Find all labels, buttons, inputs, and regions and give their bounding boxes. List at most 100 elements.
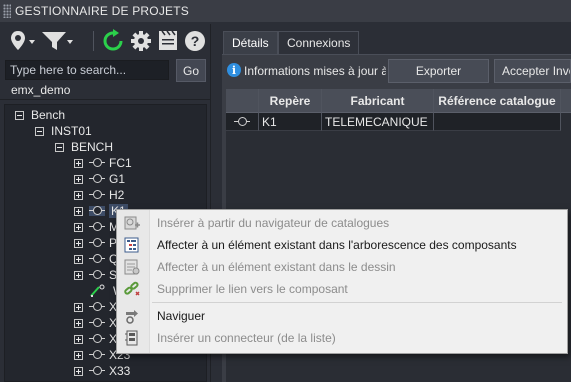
component-label: FC1 — [109, 156, 132, 170]
expand-toggle[interactable] — [74, 318, 83, 328]
svg-text:?: ? — [191, 33, 200, 49]
assign-drawing-icon — [124, 259, 140, 275]
component-icon — [234, 116, 250, 127]
clapperboard-icon — [159, 30, 177, 50]
tab-connections[interactable]: Connexions — [278, 31, 360, 54]
expand-toggle[interactable] — [74, 158, 83, 168]
expand-toggle[interactable] — [74, 302, 83, 312]
menu-separator — [152, 302, 562, 303]
component-label: X33 — [109, 364, 131, 378]
component-label: H2 — [109, 188, 125, 202]
expand-toggle[interactable] — [74, 222, 83, 232]
title-bar: GESTIONNAIRE DE PROJETS — [0, 0, 571, 22]
menu-item-assign-tree[interactable]: Affecter à un élément existant dans l'ar… — [117, 234, 567, 256]
expand-toggle[interactable] — [74, 334, 83, 344]
refresh-button[interactable] — [100, 28, 126, 54]
cell-reference[interactable] — [434, 113, 561, 131]
tree-component[interactable]: X — [74, 315, 117, 331]
expand-toggle[interactable] — [74, 270, 83, 280]
tree-component[interactable]: H2 — [74, 187, 124, 203]
grid-header-row: Repère Fabricant Référence catalogue — [226, 89, 571, 113]
component-icon — [89, 190, 105, 200]
tree-node-location[interactable]: BENCH — [55, 139, 113, 155]
gear-icon — [131, 31, 151, 51]
tree-component[interactable]: Q — [74, 251, 118, 267]
component-icon — [89, 334, 105, 344]
column-header[interactable]: Référence catalogue — [434, 89, 561, 113]
tree-node-root[interactable]: Bench — [15, 107, 65, 123]
assign-tree-icon — [124, 237, 139, 253]
column-header[interactable]: Repère — [259, 89, 322, 113]
divider — [0, 99, 210, 100]
tree-component[interactable]: P — [74, 235, 117, 251]
navigate-icon — [126, 310, 138, 324]
component-icon — [89, 158, 105, 168]
connector-icon — [125, 330, 138, 346]
expand-toggle[interactable] — [74, 190, 83, 200]
component-icon — [89, 318, 105, 328]
help-icon: ? — [185, 31, 205, 51]
menu-item-navigate[interactable]: Naviguer — [117, 305, 567, 327]
menu-item-label: Affecter à un élément existant dans l'ar… — [157, 238, 517, 252]
tree-component[interactable]: FC1 — [74, 155, 132, 171]
menu-item-remove-link[interactable]: Supprimer le lien vers le composant — [117, 278, 567, 300]
component-icon — [89, 222, 105, 232]
menu-item-label: Supprimer le lien vers le composant — [157, 282, 348, 296]
info-icon: i — [227, 63, 241, 77]
clapperboard-button[interactable] — [156, 28, 180, 54]
go-button[interactable]: Go — [176, 59, 206, 82]
tree-component[interactable]: X — [74, 331, 117, 347]
expand-toggle[interactable] — [74, 174, 83, 184]
export-button[interactable]: Exporter — [388, 59, 489, 83]
help-button[interactable]: ? — [183, 28, 207, 54]
expand-toggle[interactable] — [74, 350, 83, 360]
filter-button[interactable] — [40, 28, 74, 54]
column-header[interactable]: Fabricant — [322, 89, 434, 113]
column-header[interactable] — [561, 89, 571, 113]
toolbar-divider — [93, 31, 94, 51]
component-icon — [89, 270, 105, 280]
menu-item-label: Affecter à un élément existant dans le d… — [157, 260, 396, 274]
expand-toggle[interactable] — [74, 206, 83, 216]
collapse-toggle[interactable] — [15, 110, 24, 120]
tree-component[interactable]: X — [74, 299, 117, 315]
accept-button[interactable]: Accepter Inve — [494, 59, 571, 83]
component-label: G1 — [109, 172, 126, 186]
settings-button[interactable] — [130, 28, 152, 54]
menu-item-insert-from-catalog[interactable]: Insérer à partir du navigateur de catalo… — [117, 212, 567, 234]
component-icon — [89, 302, 105, 312]
catalog-insert-icon — [124, 216, 140, 230]
tree-component[interactable]: G1 — [74, 171, 125, 187]
tree-component[interactable]: M — [74, 219, 119, 235]
grip-handle[interactable] — [3, 4, 11, 18]
component-icon — [89, 366, 105, 376]
expand-toggle[interactable] — [74, 238, 83, 248]
collapse-toggle[interactable] — [35, 126, 44, 136]
collapse-toggle[interactable] — [55, 142, 64, 152]
location-pin-icon — [11, 31, 35, 50]
menu-item-insert-connector[interactable]: Insérer un connecteur (de la liste) — [117, 327, 567, 349]
component-icon — [89, 254, 105, 264]
toolbar: ? — [0, 24, 210, 58]
component-icon — [89, 174, 105, 184]
tree-node-label: Bench — [31, 108, 66, 122]
expand-toggle[interactable] — [74, 366, 83, 376]
search-input[interactable] — [5, 60, 169, 80]
location-filter-button[interactable] — [8, 28, 38, 54]
info-message: Informations mises à jour à — [244, 64, 386, 78]
expand-toggle[interactable] — [74, 254, 83, 264]
menu-item-label: Insérer à partir du navigateur de catalo… — [157, 216, 390, 230]
cell-fabricant[interactable]: TELEMECANIQUE — [322, 113, 434, 131]
unlink-icon — [124, 281, 140, 296]
tree-node-installation[interactable]: INST01 — [35, 123, 92, 139]
table-row[interactable]: K1 TELEMECANIQUE — [226, 113, 571, 131]
menu-item-assign-drawing[interactable]: Affecter à un élément existant dans le d… — [117, 256, 567, 278]
cell-repere[interactable]: K1 — [259, 113, 322, 131]
tab-details[interactable]: Détails — [223, 31, 278, 54]
tree-component[interactable]: X33 — [74, 363, 130, 379]
component-icon — [89, 238, 105, 248]
tree-component[interactable]: S — [74, 267, 117, 283]
wire-icon — [90, 284, 105, 297]
menu-item-label: Insérer un connecteur (de la liste) — [157, 331, 336, 345]
menu-item-label: Naviguer — [157, 309, 206, 323]
